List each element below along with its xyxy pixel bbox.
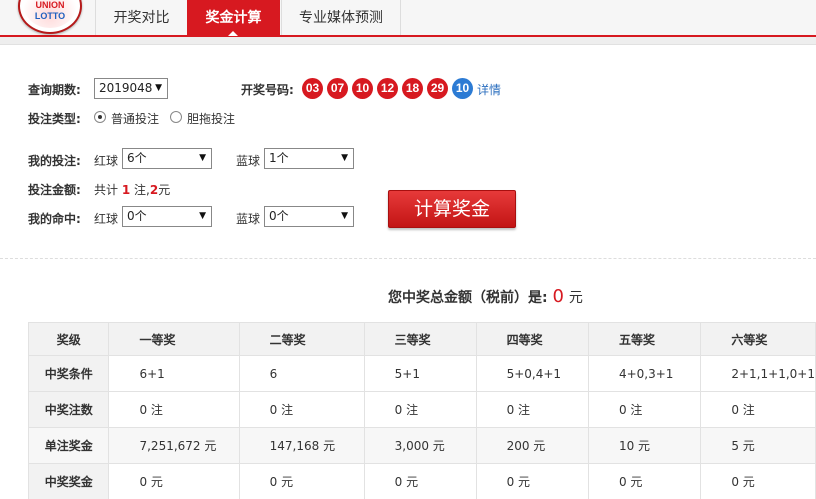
chevron-down-icon: ▼ <box>199 211 206 221</box>
radio-normal-bet[interactable] <box>94 111 106 123</box>
table-cell: 0 元 <box>587 463 702 499</box>
bet-type-label: 投注类型: <box>28 112 81 126</box>
table-cell: 0 注 <box>475 391 589 428</box>
bet-red-value: 6个 <box>127 151 147 165</box>
amount-unit: 元 <box>158 183 171 197</box>
period-value: 2019048 <box>99 81 153 95</box>
table-cell: 4+0,3+1 <box>587 355 702 392</box>
table-header-row: 奖级 一等奖 二等奖 三等奖 四等奖 五等奖 六等奖 <box>27 322 816 356</box>
total-prize-amount: 0 <box>552 286 564 307</box>
hit-red-select[interactable]: 0个 ▼ <box>122 206 212 227</box>
union-lotto-logo[interactable]: UNION LOTTO <box>18 0 82 34</box>
radio-banker-bet[interactable] <box>170 111 182 123</box>
tab-media-forecast[interactable]: 专业媒体预测 <box>281 0 401 35</box>
chevron-down-icon: ▼ <box>341 153 348 163</box>
table-cell: 0 元 <box>475 463 589 499</box>
table-row: 单注奖金 7,251,672 元 147,168 元 3,000 元 200 元… <box>27 427 816 464</box>
tab-draw-compare[interactable]: 开奖对比 <box>95 0 187 35</box>
table-row: 中奖奖金 0 元 0 元 0 元 0 元 0 元 0 元 <box>27 463 816 499</box>
table-cell: 3,000 元 <box>363 427 477 464</box>
red-ball: 18 <box>402 78 423 99</box>
amount-label: 投注金额: <box>28 183 81 197</box>
row-label: 中奖条件 <box>27 355 110 392</box>
draw-label: 开奖号码: <box>241 83 294 97</box>
table-header-cell: 五等奖 <box>587 322 702 356</box>
bet-red-select[interactable]: 6个 ▼ <box>122 148 212 169</box>
table-cell: 10 元 <box>587 427 702 464</box>
my-hit-label: 我的命中: <box>28 212 81 226</box>
table-header-cell: 三等奖 <box>363 322 477 356</box>
table-cell: 0 元 <box>700 463 816 499</box>
table-cell: 2+1,1+1,0+1 <box>700 355 816 392</box>
bet-blue-select[interactable]: 1个 ▼ <box>264 148 354 169</box>
amount-prefix: 共计 <box>94 183 119 197</box>
hit-blue-label: 蓝球 <box>236 212 261 226</box>
my-bet-label: 我的投注: <box>28 154 81 168</box>
table-cell: 5+1 <box>363 355 477 392</box>
table-cell: 0 注 <box>363 391 477 428</box>
red-ball: 10 <box>352 78 373 99</box>
chevron-down-icon: ▼ <box>155 83 162 93</box>
table-cell: 0 注 <box>587 391 702 428</box>
period-label: 查询期数: <box>28 83 81 97</box>
tab-prize-calc[interactable]: 奖金计算 <box>187 0 280 36</box>
bet-blue-value: 1个 <box>269 151 289 165</box>
radio-banker-label: 胆拖投注 <box>187 112 236 126</box>
red-ball: 07 <box>327 78 348 99</box>
prize-table: 奖级 一等奖 二等奖 三等奖 四等奖 五等奖 六等奖 中奖条件 6+1 6 5+… <box>27 322 816 499</box>
table-cell: 5+0,4+1 <box>475 355 589 392</box>
red-ball: 03 <box>302 78 323 99</box>
table-cell: 6 <box>238 355 365 392</box>
amount-summary: 共计 1 注,2元 <box>94 181 170 198</box>
hit-red-value: 0个 <box>127 209 147 223</box>
table-cell: 0 注 <box>108 391 240 428</box>
table-header-cell: 奖级 <box>27 322 110 356</box>
total-prize-text: 您中奖总金额（税前）是: <box>388 290 548 306</box>
bet-red-label: 红球 <box>94 154 119 168</box>
radio-normal-label: 普通投注 <box>111 112 160 126</box>
section-divider <box>0 258 816 259</box>
bet-count: 1 <box>121 183 131 197</box>
table-cell: 147,168 元 <box>238 427 365 464</box>
amount-mid: 注, <box>134 183 150 197</box>
hit-blue-value: 0个 <box>269 209 289 223</box>
table-row: 中奖条件 6+1 6 5+1 5+0,4+1 4+0,3+1 2+1,1+1,0… <box>27 355 816 392</box>
period-select[interactable]: 2019048 ▼ <box>94 78 168 99</box>
bet-money: 2 <box>149 183 159 197</box>
red-ball: 29 <box>427 78 448 99</box>
row-label: 中奖奖金 <box>27 463 110 499</box>
red-ball: 12 <box>377 78 398 99</box>
chevron-down-icon: ▼ <box>341 211 348 221</box>
table-header-cell: 一等奖 <box>108 322 240 356</box>
hit-red-label: 红球 <box>94 212 119 226</box>
chevron-down-icon: ▼ <box>199 153 206 163</box>
top-nav: UNION LOTTO 开奖对比 奖金计算 专业媒体预测 <box>0 0 816 37</box>
table-cell: 7,251,672 元 <box>108 427 240 464</box>
row-label: 中奖注数 <box>27 391 110 428</box>
table-cell: 5 元 <box>700 427 816 464</box>
table-cell: 0 元 <box>108 463 240 499</box>
table-header-cell: 二等奖 <box>238 322 365 356</box>
table-header-cell: 六等奖 <box>700 322 816 356</box>
table-cell: 0 元 <box>238 463 365 499</box>
detail-link[interactable]: 详情 <box>477 81 501 98</box>
table-cell: 6+1 <box>108 355 240 392</box>
hit-blue-select[interactable]: 0个 ▼ <box>264 206 354 227</box>
row-label: 单注奖金 <box>27 427 110 464</box>
logo-text-bottom: LOTTO <box>34 11 66 21</box>
header-divider <box>0 37 816 45</box>
table-cell: 0 元 <box>363 463 477 499</box>
total-prize: 您中奖总金额（税前）是: 0 元 <box>388 286 583 307</box>
logo-text-top: UNION <box>35 0 65 10</box>
table-cell: 200 元 <box>475 427 589 464</box>
calculate-prize-button[interactable]: 计算奖金 <box>388 190 516 228</box>
table-row: 中奖注数 0 注 0 注 0 注 0 注 0 注 0 注 <box>27 391 816 428</box>
table-cell: 0 注 <box>700 391 816 428</box>
total-prize-unit: 元 <box>568 290 583 306</box>
table-cell: 0 注 <box>238 391 365 428</box>
blue-ball: 10 <box>452 78 473 99</box>
table-header-cell: 四等奖 <box>475 322 589 356</box>
bet-blue-label: 蓝球 <box>236 154 261 168</box>
